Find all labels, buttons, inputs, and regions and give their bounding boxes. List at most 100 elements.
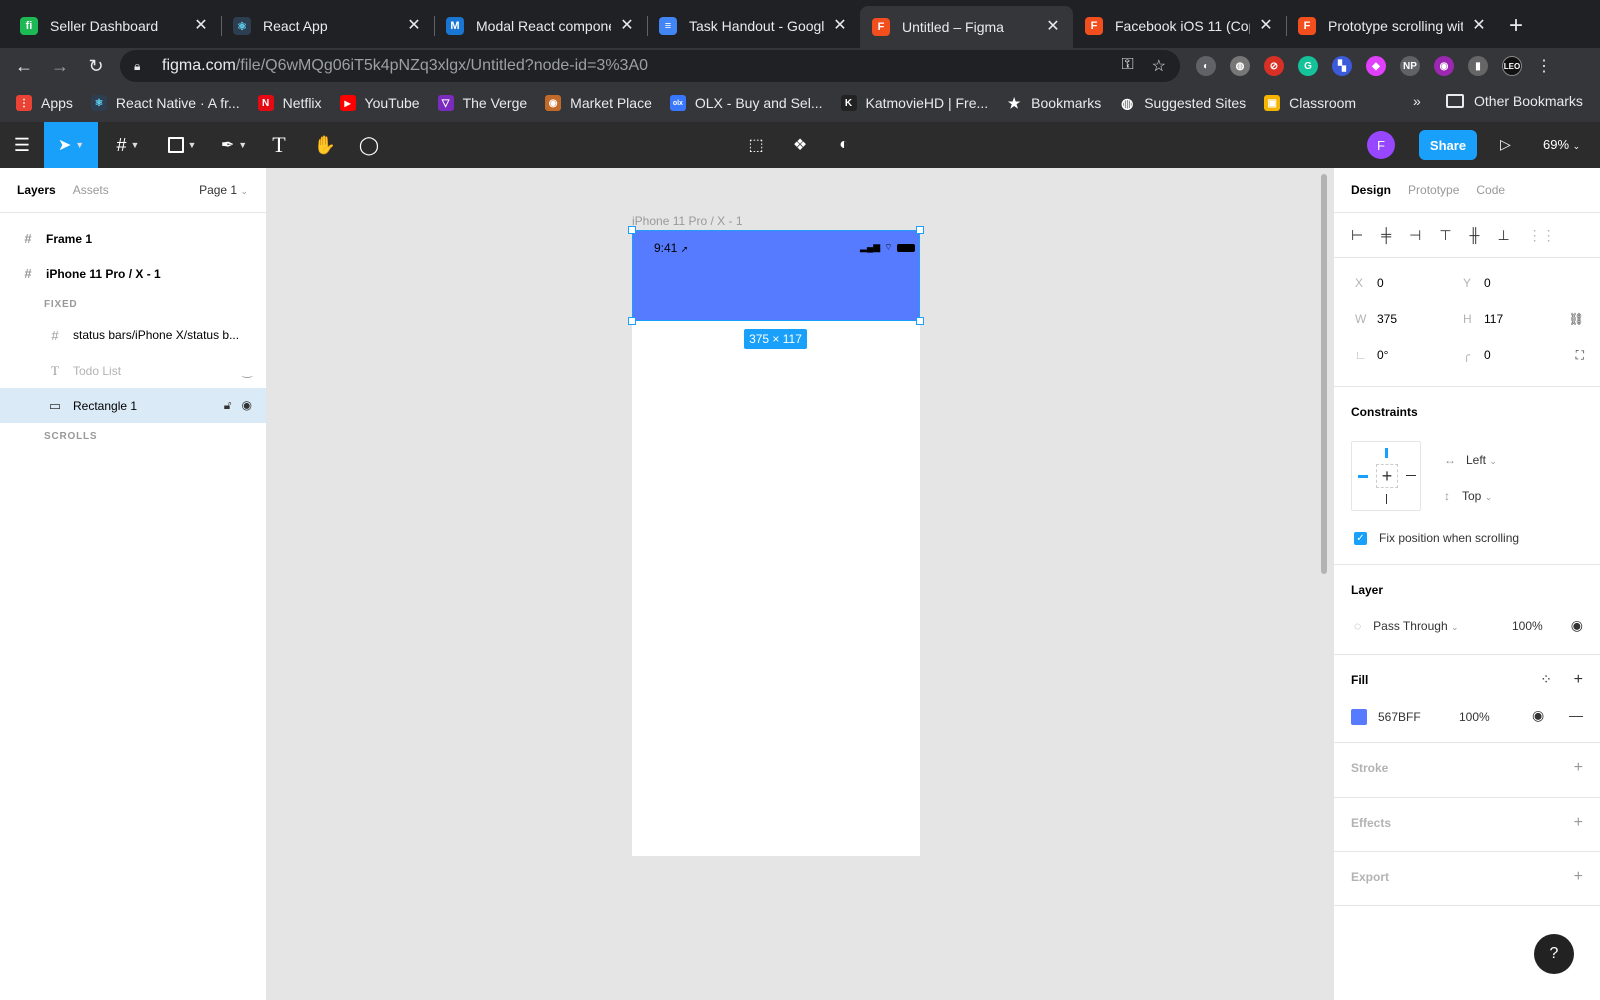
fill-hex-input[interactable]: 567BFF xyxy=(1378,710,1421,724)
layer-rectangle-1[interactable]: ▭ Rectangle 1 🔓︎ ◉ xyxy=(0,388,266,423)
tab-prototype-scrolling[interactable]: F Prototype scrolling with ✕ xyxy=(1286,6,1499,46)
eye-icon[interactable]: ◉ xyxy=(1571,617,1583,634)
distribute-icon[interactable]: ⋮⋮ xyxy=(1528,227,1556,244)
shape-tool-button[interactable]: ▼ xyxy=(162,122,202,168)
mask-icon[interactable]: ◐ xyxy=(832,122,856,168)
hand-tool-icon[interactable]: ✋ xyxy=(312,122,338,168)
key-icon[interactable]: ⚿ xyxy=(1121,56,1133,76)
resize-handle-top-right[interactable] xyxy=(916,226,924,234)
corner-radius-input[interactable]: 0 xyxy=(1484,348,1491,362)
back-icon[interactable]: ← xyxy=(12,54,36,78)
grammarly-icon[interactable]: G xyxy=(1298,56,1318,76)
align-right-icon[interactable]: ⊣ xyxy=(1409,227,1421,244)
constraint-right-line[interactable] xyxy=(1406,475,1416,476)
bookmark-the-verge[interactable]: ▽ The Verge xyxy=(437,95,527,111)
add-export-plus-icon[interactable]: + xyxy=(1574,868,1583,886)
extension-icon[interactable]: ◐ xyxy=(1196,56,1216,76)
close-tab-icon[interactable]: ✕ xyxy=(619,18,635,34)
tab-layers[interactable]: Layers xyxy=(17,183,56,197)
share-button[interactable]: Share xyxy=(1419,130,1477,160)
align-top-icon[interactable]: ⊤ xyxy=(1439,227,1451,244)
bookmark-apps[interactable]: ⋮ Apps xyxy=(16,95,73,111)
eye-icon[interactable]: ◉ xyxy=(242,398,252,413)
tab-code[interactable]: Code xyxy=(1476,183,1505,197)
extension-icon[interactable]: ◉ xyxy=(1434,56,1454,76)
tab-assets[interactable]: Assets xyxy=(73,183,109,197)
style-grid-icon[interactable]: ⁘ xyxy=(1540,671,1552,688)
tab-react-app[interactable]: ⚛ React App ✕ xyxy=(221,6,435,46)
close-tab-icon[interactable]: ✕ xyxy=(1258,18,1274,34)
constraint-bottom-line[interactable] xyxy=(1386,494,1387,504)
tab-facebook-ios[interactable]: F Facebook iOS 11 (Copy) ✕ xyxy=(1073,6,1287,46)
independent-corners-icon[interactable]: ⛶ xyxy=(1576,348,1584,363)
resize-handle-top-left[interactable] xyxy=(628,226,636,234)
fill-opacity-input[interactable]: 100% xyxy=(1459,710,1490,724)
layer-todo-list[interactable]: T Todo List ‿ xyxy=(0,353,266,388)
horizontal-constraint-dropdown[interactable]: ↔ Left ⌄ xyxy=(1444,453,1497,467)
avatar[interactable]: F xyxy=(1367,131,1395,159)
component-icon[interactable]: ❖ xyxy=(788,122,812,168)
comment-tool-icon[interactable]: ◯ xyxy=(356,122,382,168)
tab-design[interactable]: Design xyxy=(1351,183,1391,197)
y-input[interactable]: 0 xyxy=(1484,276,1491,290)
close-tab-icon[interactable]: ✕ xyxy=(406,18,422,34)
tab-prototype[interactable]: Prototype xyxy=(1408,183,1459,197)
add-effect-plus-icon[interactable]: + xyxy=(1574,814,1583,832)
constraint-widget[interactable]: + xyxy=(1351,441,1421,511)
add-fill-plus-icon[interactable]: + xyxy=(1574,671,1583,689)
extension-icon[interactable]: ▮ xyxy=(1468,56,1488,76)
zoom-dropdown[interactable]: 69% ⌄ xyxy=(1543,137,1580,152)
present-play-icon[interactable]: ▷ xyxy=(1500,136,1511,153)
page-dropdown[interactable]: Page 1 ⌄ xyxy=(199,183,248,197)
add-stroke-plus-icon[interactable]: + xyxy=(1574,759,1583,777)
close-tab-icon[interactable]: ✕ xyxy=(193,18,209,34)
main-menu-icon[interactable]: ☰ xyxy=(10,122,34,168)
unlock-icon[interactable]: 🔓︎ xyxy=(224,398,232,413)
close-tab-icon[interactable]: ✕ xyxy=(832,18,848,34)
constraint-left-line[interactable] xyxy=(1358,475,1368,478)
close-tab-icon[interactable]: ✕ xyxy=(1045,19,1061,35)
text-tool-icon[interactable]: T xyxy=(268,122,290,168)
bookmark-star-icon[interactable]: ☆ xyxy=(1152,56,1166,76)
resize-handle-bottom-left[interactable] xyxy=(628,317,636,325)
fill-color-swatch[interactable] xyxy=(1351,709,1367,725)
layer-status-bar[interactable]: # status bars/iPhone X/status b... xyxy=(0,317,266,353)
tab-modal-react[interactable]: M Modal React components ✕ xyxy=(434,6,648,46)
reload-icon[interactable]: ↻ xyxy=(84,54,108,78)
layer-opacity-input[interactable]: 100% xyxy=(1512,619,1543,633)
bookmark-katmoviehd[interactable]: K KatmovieHD | Fre... xyxy=(840,95,988,111)
hidden-eye-icon[interactable]: ‿ xyxy=(242,364,252,378)
bookmark-youtube[interactable]: ▶ YouTube xyxy=(339,95,420,111)
fix-position-checkbox[interactable]: ✓ xyxy=(1354,531,1367,545)
align-left-icon[interactable]: ⊢ xyxy=(1351,227,1363,244)
layer-iphone-frame[interactable]: # iPhone 11 Pro / X - 1 xyxy=(0,256,266,291)
canvas-scrollbar[interactable] xyxy=(1321,174,1327,574)
extension-icon[interactable]: ▚ xyxy=(1332,56,1352,76)
bookmark-netflix[interactable]: N Netflix xyxy=(257,95,322,111)
iphone-frame[interactable] xyxy=(632,230,920,856)
help-button[interactable]: ? xyxy=(1534,934,1574,974)
remove-fill-minus-icon[interactable]: — xyxy=(1569,707,1583,723)
extension-icon[interactable]: ◆ xyxy=(1366,56,1386,76)
lock-icon[interactable]: 🔒︎ xyxy=(134,59,148,74)
x-input[interactable]: 0 xyxy=(1377,276,1384,290)
tab-task-handout[interactable]: ≡ Task Handout - Google Docs ✕ xyxy=(647,6,860,46)
bookmark-react-native[interactable]: ⚛ React Native · A fr... xyxy=(90,95,240,111)
close-tab-icon[interactable]: ✕ xyxy=(1471,18,1487,34)
tab-untitled-figma[interactable]: F Untitled – Figma ✕ xyxy=(860,6,1073,48)
constraint-top-line[interactable] xyxy=(1385,448,1388,458)
height-input[interactable]: 117 xyxy=(1484,312,1503,326)
extension-icon[interactable]: NP xyxy=(1400,56,1420,76)
extension-icon[interactable]: ⊘ xyxy=(1264,56,1284,76)
move-tool-button[interactable]: ➤ ▼ xyxy=(44,122,98,168)
pen-tool-button[interactable]: ✒ ▼ xyxy=(214,122,254,168)
profile-avatar[interactable]: LEO xyxy=(1502,56,1522,76)
bookmark-suggested-sites[interactable]: ◍ Suggested Sites xyxy=(1119,95,1246,111)
frame-tool-button[interactable]: # ▼ xyxy=(108,122,148,168)
bookmark-olx[interactable]: olx OLX - Buy and Sel... xyxy=(669,95,823,111)
more-bookmarks-chevron-icon[interactable]: » xyxy=(1413,93,1421,109)
bookmark-market-place[interactable]: ◉ Market Place xyxy=(545,95,652,111)
eye-icon[interactable]: ◉ xyxy=(1532,707,1544,724)
blend-mode-dropdown[interactable]: ◌ Pass Through ⌄ xyxy=(1354,619,1459,633)
bookmark-classroom[interactable]: ▣ Classroom xyxy=(1264,95,1356,111)
